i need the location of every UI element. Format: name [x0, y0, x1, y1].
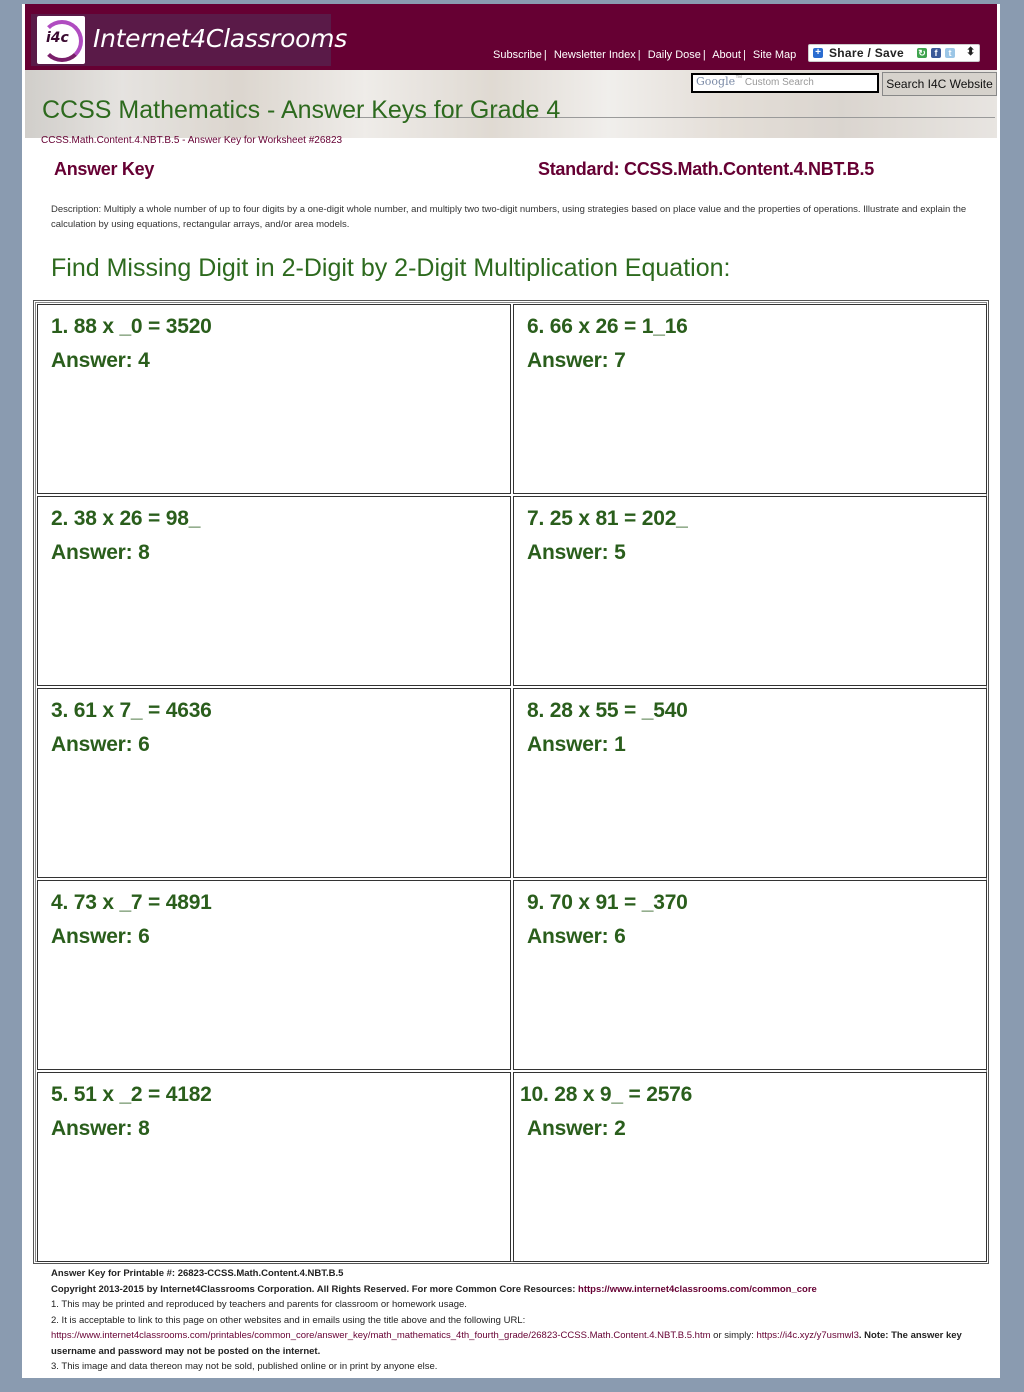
problem-cell: 7. 25 x 81 = 202_ Answer: 5	[513, 496, 987, 686]
answer-key-label: Answer Key	[54, 159, 155, 179]
problem-question: 3. 61 x 7_ = 4636	[51, 699, 212, 722]
worksheet-url-link[interactable]: https://www.internet4classrooms.com/prin…	[51, 1330, 711, 1341]
nav-subscribe[interactable]: Subscribe	[493, 49, 542, 61]
search-button[interactable]: Search I4C Website	[882, 72, 997, 96]
problem-answer: Answer: 5	[527, 541, 626, 564]
problem-cell: 1. 88 x _0 = 3520 Answer: 4	[37, 304, 511, 494]
problem-answer: Answer: 6	[51, 925, 150, 948]
nav-daily-dose[interactable]: Daily Dose	[648, 49, 701, 61]
problem-answer: Answer: 2	[527, 1117, 626, 1140]
nav-newsletter-index[interactable]: Newsletter Index	[554, 49, 636, 61]
title-banner: Google™ Custom Search Search I4C Website…	[25, 70, 997, 138]
plus-icon: +	[813, 48, 823, 58]
url-line: https://www.internet4classrooms.com/prin…	[51, 1330, 962, 1357]
share-save-button[interactable]: + Share / Save ↻ f t ⬍	[808, 44, 980, 62]
problem-cell: 6. 66 x 26 = 1_16 Answer: 7	[513, 304, 987, 494]
problem-question: 7. 25 x 81 = 202_	[527, 507, 688, 530]
search-input[interactable]: Google™ Custom Search	[691, 73, 879, 93]
page-title: CCSS Mathematics - Answer Keys for Grade…	[42, 96, 561, 124]
problem-question: 1. 88 x _0 = 3520	[51, 315, 212, 338]
problem-cell: 5. 51 x _2 = 4182 Answer: 8	[37, 1072, 511, 1262]
problem-question: 8. 28 x 55 = _540	[527, 699, 688, 722]
problem-cell: 3. 61 x 7_ = 4636 Answer: 6	[37, 688, 511, 878]
copyright-line: Copyright 2013-2015 by Internet4Classroo…	[51, 1283, 817, 1295]
twitter-icon[interactable]: t	[945, 48, 955, 58]
usage-note-3: 3. This image and data thereon may not b…	[51, 1361, 438, 1372]
problem-answer: Answer: 4	[51, 349, 150, 372]
problem-answer: Answer: 8	[51, 1117, 150, 1140]
problem-answer: Answer: 6	[51, 733, 150, 756]
standard-label: Standard: CCSS.Math.Content.4.NBT.B.5	[538, 159, 874, 179]
problem-question: 9. 70 x 91 = _370	[527, 891, 688, 914]
problem-answer: Answer: 6	[527, 925, 626, 948]
problem-question: 5. 51 x _2 = 4182	[51, 1083, 212, 1106]
page: i4c Internet4Classrooms Subscribe | Newsl…	[22, 4, 1000, 1378]
problem-answer: Answer: 7	[527, 349, 626, 372]
problem-cell: 10. 28 x 9_ = 2576 Answer: 2	[513, 1072, 987, 1262]
usage-note-1: 1. This may be printed and reproduced by…	[51, 1299, 467, 1310]
site-logo[interactable]: i4c Internet4Classrooms	[31, 14, 347, 66]
site-name: Internet4Classrooms	[93, 24, 347, 53]
section-title: Find Missing Digit in 2-Digit by 2-Digit…	[51, 254, 731, 282]
problem-cell: 4. 73 x _7 = 4891 Answer: 6	[37, 880, 511, 1070]
problem-question: 2. 38 x 26 = 98_	[51, 507, 201, 530]
problem-cell: 2. 38 x 26 = 98_ Answer: 8	[37, 496, 511, 686]
problem-grid: 1. 88 x _0 = 3520 Answer: 4 2. 38 x 26 =…	[33, 300, 989, 1264]
problem-question: 4. 73 x _7 = 4891	[51, 891, 212, 914]
short-url-link[interactable]: https://i4c.xyz/y7usmwl3	[756, 1330, 858, 1341]
problem-cell: 8. 28 x 55 = _540 Answer: 1	[513, 688, 987, 878]
problem-question: 6. 66 x 26 = 1_16	[527, 315, 688, 338]
usage-note-2: 2. It is acceptable to link to this page…	[51, 1314, 526, 1326]
common-core-link[interactable]: https://www.internet4classrooms.com/comm…	[578, 1284, 817, 1295]
description: Description: Multiply a whole number of …	[51, 204, 967, 230]
problem-answer: Answer: 1	[527, 733, 626, 756]
footer: Answer Key for Printable #: 26823-CCSS.M…	[51, 1266, 996, 1375]
breadcrumb: CCSS.Math.Content.4.NBT.B.5 - Answer Key…	[41, 135, 343, 146]
top-nav: Subscribe | Newsletter Index | Daily Dose |…	[493, 49, 797, 61]
share-icon[interactable]: ↻	[917, 48, 927, 58]
nav-site-map[interactable]: Site Map	[753, 49, 796, 61]
expand-icon[interactable]: ⬍	[966, 45, 975, 58]
site-header: i4c Internet4Classrooms Subscribe | Newsl…	[25, 4, 997, 70]
nav-about[interactable]: About	[712, 49, 741, 61]
problem-cell: 9. 70 x 91 = _370 Answer: 6	[513, 880, 987, 1070]
problem-answer: Answer: 8	[51, 541, 150, 564]
problem-question: 10. 28 x 9_ = 2576	[520, 1083, 693, 1106]
printable-id: Answer Key for Printable #: 26823-CCSS.M…	[51, 1268, 344, 1279]
i4c-logo-icon: i4c	[37, 16, 85, 64]
facebook-icon[interactable]: f	[931, 48, 941, 58]
